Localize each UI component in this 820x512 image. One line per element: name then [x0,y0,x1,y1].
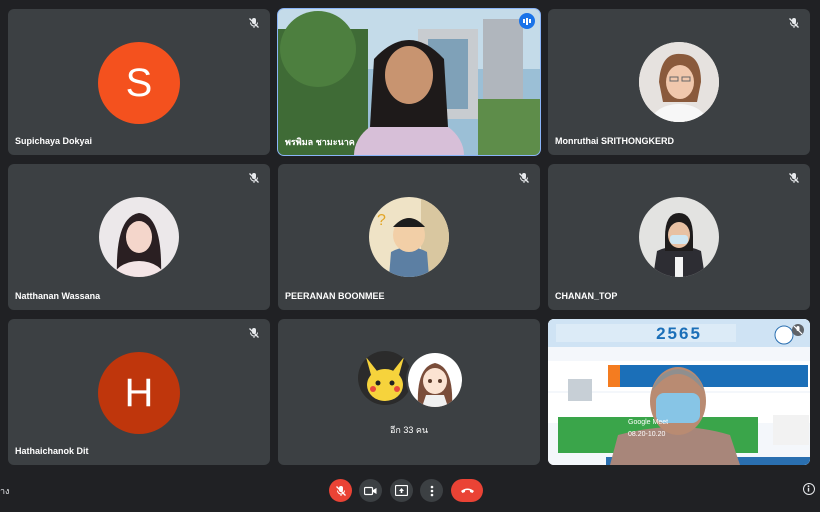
svg-text:?: ? [377,212,386,229]
participant-name: Natthanan Wassana [15,291,101,301]
others-tile[interactable]: อีก 33 คน [278,319,540,465]
participant-name: PEERANAN BOONMEE [285,291,385,301]
present-icon [395,485,408,496]
avatar [639,42,719,122]
banner-time: 08.20-10.20 [628,431,666,438]
end-call-icon [460,488,474,493]
present-screen-button[interactable] [390,479,413,502]
participant-tile[interactable]: S Supichaya Dokyai [8,9,270,155]
avatar [358,351,412,405]
mic-off-icon [519,173,529,183]
mic-off-icon [249,328,259,338]
mic-off-icon [789,173,799,183]
participant-tile[interactable]: Monruthai SRITHONGKERD [548,9,810,155]
speaking-indicator-icon [519,13,535,29]
camera-icon [364,486,377,495]
info-icon [807,485,810,492]
participant-name: พรพิมล ชามะนาค [285,137,355,147]
avatar-initial: H [98,352,180,434]
participant-tile[interactable]: CHANAN_TOP [548,164,810,310]
mic-off-icon [249,18,259,28]
more-options-button[interactable] [420,479,443,502]
avatar [99,197,179,277]
meeting-details-label[interactable]: าง [0,484,9,498]
meeting-info-button[interactable] [803,483,815,495]
more-vert-icon [430,485,433,496]
mic-off-icon [792,324,804,336]
participant-name: Hathaichanok Dit [15,446,89,456]
participant-name: Supichaya Dokyai [15,136,93,146]
mic-off-icon [789,18,799,28]
participant-name: Monruthai SRITHONGKERD [555,136,674,146]
end-call-button[interactable] [451,479,483,502]
avatar-initial: S [98,42,180,124]
participant-video-tile[interactable]: พรพิมล ชามะนาค [277,8,541,156]
microphone-button[interactable] [329,479,352,502]
participant-tile[interactable]: ? PEERANAN BOONMEE [278,164,540,310]
participant-name: CHANAN_TOP [555,291,618,301]
mic-off-icon [335,485,346,496]
participant-video [278,9,540,155]
mic-off-icon [249,173,259,183]
others-count-label: อีก 33 คน [389,425,429,435]
banner-platform: Google Meet [628,419,669,426]
avatar: ? [369,197,449,277]
avatar [639,197,719,277]
participant-video-tile[interactable]: 2565 Google Meet 08.20-10.20 [548,319,810,465]
participant-tile[interactable]: H Hathaichanok Dit [8,319,270,465]
participant-tile[interactable]: Natthanan Wassana [8,164,270,310]
camera-button[interactable] [359,479,382,502]
avatar [406,351,464,409]
banner-year: 2565 [656,324,702,343]
